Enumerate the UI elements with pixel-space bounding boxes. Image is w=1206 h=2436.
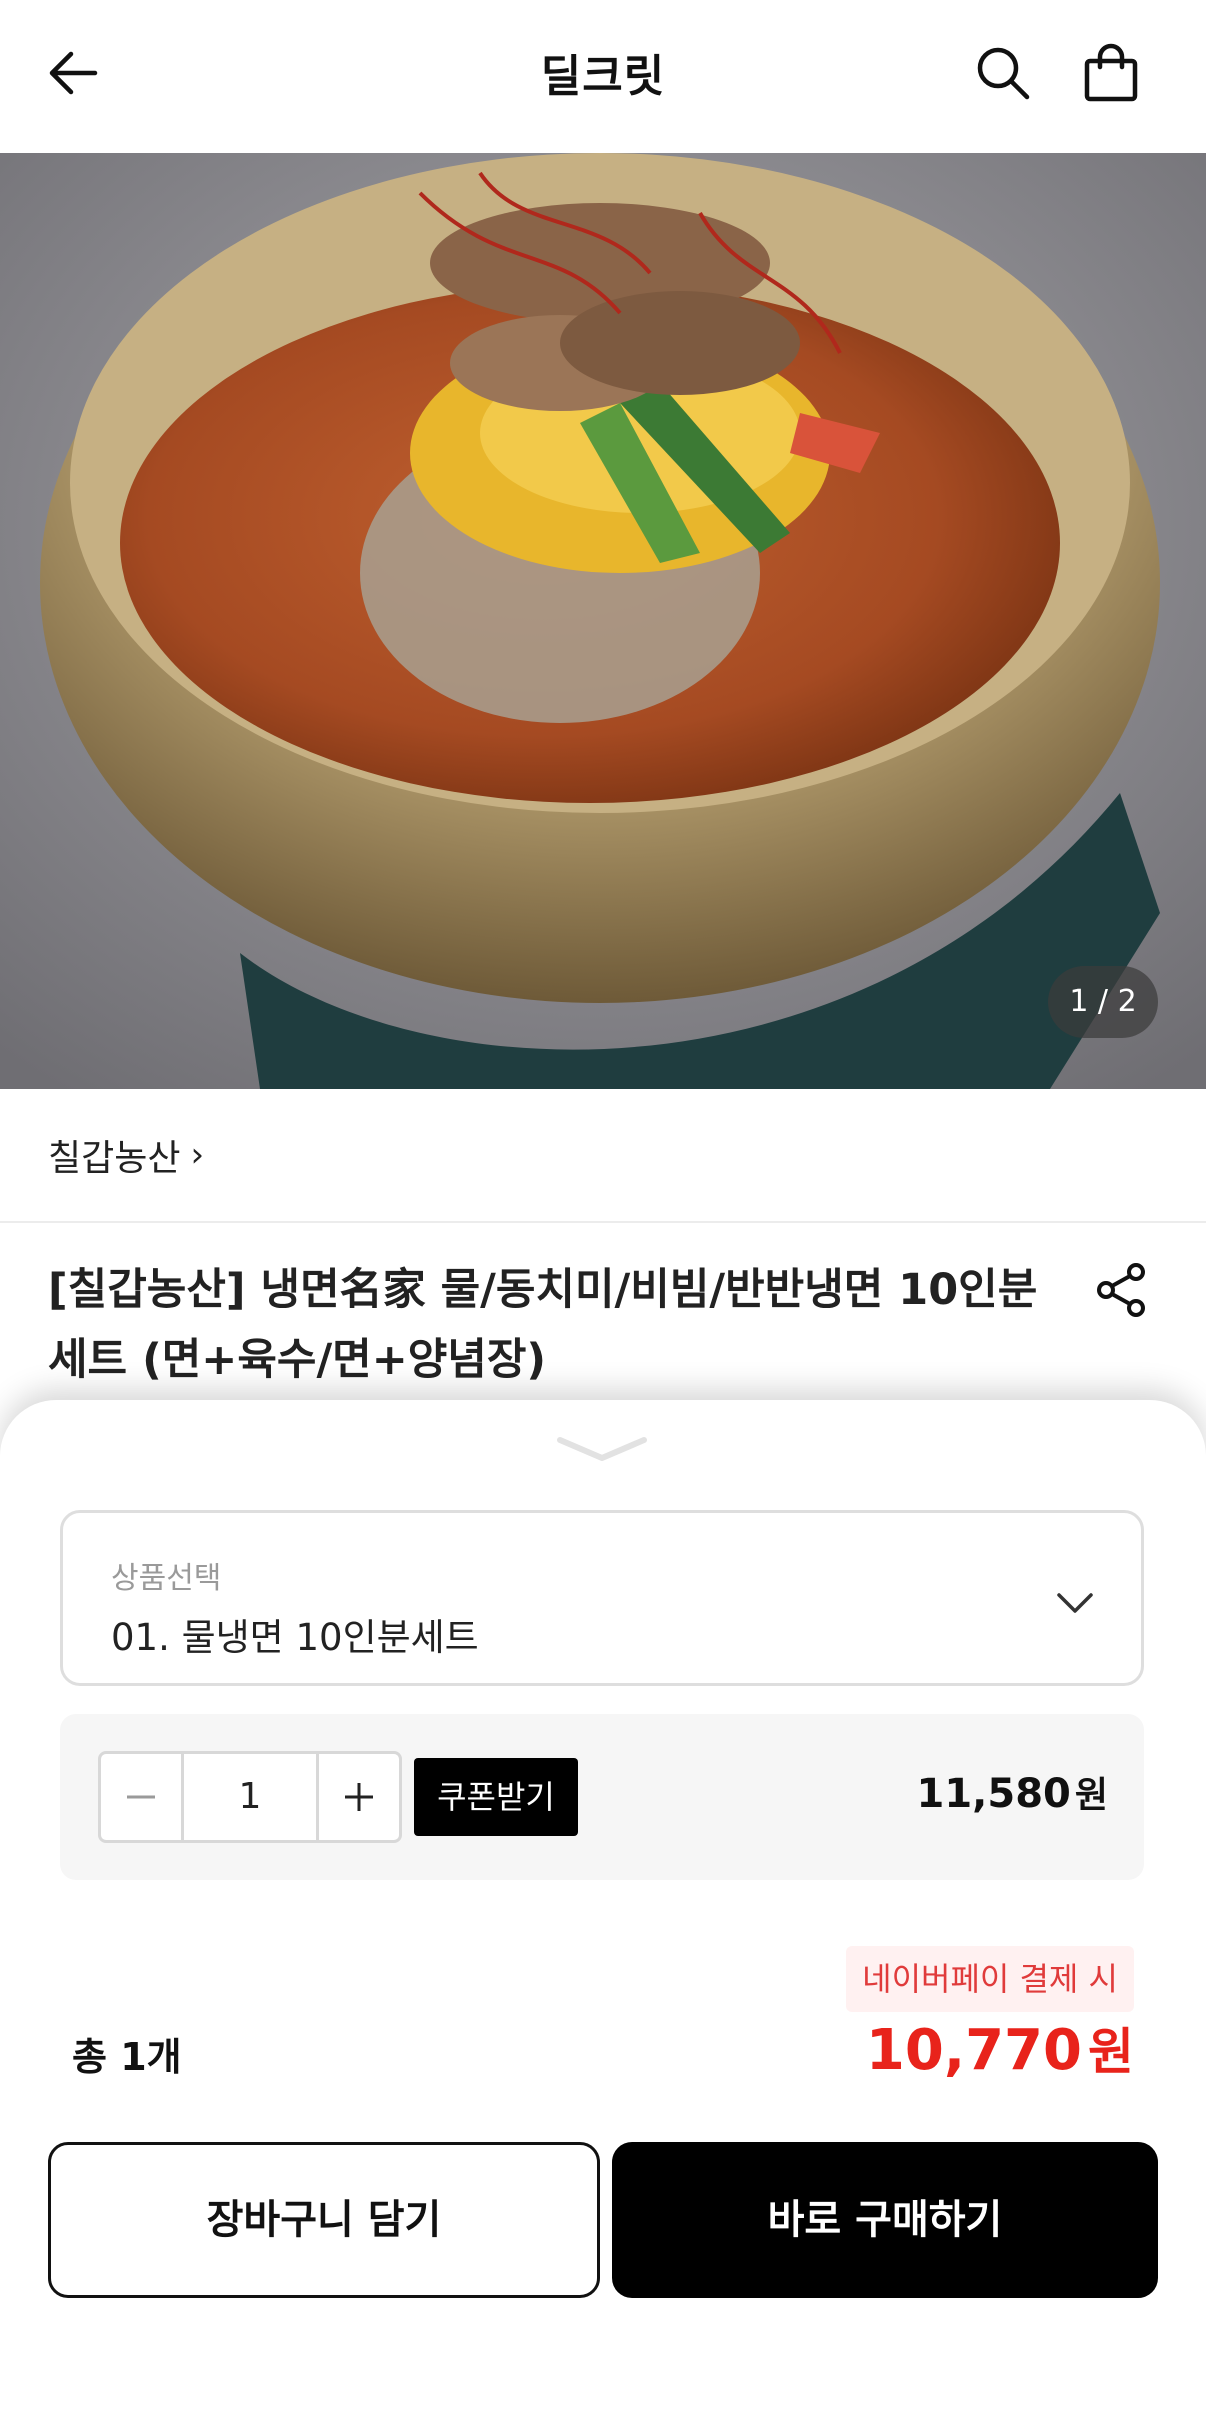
chevron-down-icon xyxy=(1057,1593,1093,1613)
line-price-amount: 11,580 xyxy=(916,1771,1071,1817)
purchase-bottom-sheet: 상품선택 01. 물냉면 10인분세트 1 쿠폰받기 11,580 원 네이버페이… xyxy=(0,1400,1206,2436)
brand-link[interactable]: 칠갑농산 › xyxy=(48,1129,204,1181)
decrease-button[interactable] xyxy=(101,1754,184,1840)
option-select-label: 상품선택 xyxy=(111,1561,222,1596)
line-price: 11,580 원 xyxy=(917,1766,1108,1818)
total-count: 총 1개 xyxy=(72,2035,182,2079)
search-button[interactable] xyxy=(958,28,1048,118)
option-selected-value: 01. 물냉면 10인분세트 xyxy=(111,1616,479,1659)
buy-now-button[interactable]: 바로 구매하기 xyxy=(612,2142,1158,2298)
naengmyeon-photo xyxy=(0,153,1206,1089)
share-button[interactable] xyxy=(1090,1258,1154,1322)
quantity-stepper: 1 xyxy=(98,1751,402,1843)
total-price: 10,770 원 xyxy=(866,2012,1134,2084)
product-image[interactable] xyxy=(0,153,1206,1089)
total-price-currency: 원 xyxy=(1088,2023,1134,2081)
share-icon xyxy=(1097,1263,1145,1317)
chevron-right-icon: › xyxy=(190,1135,205,1175)
get-coupon-button[interactable]: 쿠폰받기 xyxy=(414,1758,578,1836)
brand-row: 칠갑농산 › xyxy=(0,1089,1206,1223)
sheet-collapse-handle-icon[interactable] xyxy=(552,1432,652,1468)
minus-icon xyxy=(127,1795,155,1799)
line-price-currency: 원 xyxy=(1074,1775,1108,1816)
search-icon xyxy=(977,47,1030,100)
cart-button[interactable] xyxy=(1066,28,1156,118)
product-title: [칠갑농산] 냉면名家 물/동치미/비빔/반반냉면 10인분 세트 (면+육수/… xyxy=(48,1265,1038,1385)
total-price-amount: 10,770 xyxy=(865,2018,1082,2083)
shopping-bag-icon xyxy=(1084,43,1138,102)
increase-button[interactable] xyxy=(316,1754,399,1840)
quantity-panel: 1 쿠폰받기 11,580 원 xyxy=(60,1714,1144,1880)
app-header: 딜크릿 xyxy=(0,0,1206,153)
npay-discount-badge: 네이버페이 결제 시 xyxy=(846,1946,1134,2012)
plus-icon xyxy=(345,1783,373,1811)
quantity-value[interactable]: 1 xyxy=(184,1754,316,1840)
image-page-counter: 1 / 2 xyxy=(1048,966,1158,1038)
brand-name: 칠갑농산 xyxy=(48,1138,181,1179)
add-to-cart-button[interactable]: 장바구니 담기 xyxy=(48,2142,600,2298)
option-select[interactable]: 상품선택 01. 물냉면 10인분세트 xyxy=(60,1510,1144,1686)
